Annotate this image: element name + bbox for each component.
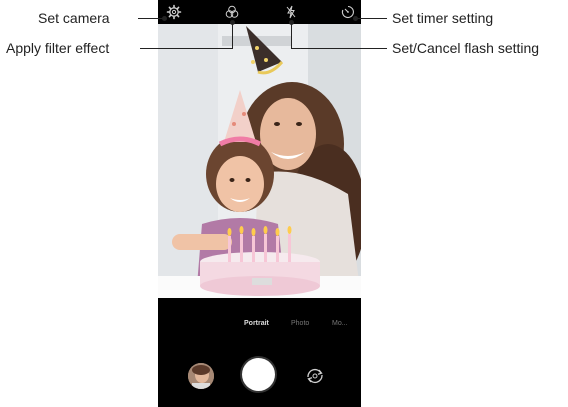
callout-set-camera: Set camera xyxy=(38,10,110,26)
mode-more[interactable]: Mo... xyxy=(332,320,348,327)
callout-dot-set-flash xyxy=(289,20,294,25)
callout-line-apply-filter-v xyxy=(232,22,233,49)
callout-dot-set-timer xyxy=(353,16,358,21)
callout-line-set-camera xyxy=(138,18,164,19)
callout-line-apply-filter-h xyxy=(140,48,232,49)
camera-viewfinder[interactable] xyxy=(158,24,361,298)
callout-line-set-flash-h xyxy=(291,48,387,49)
camera-screen: Portrait Photo Mo... xyxy=(158,0,361,407)
switch-camera-icon[interactable] xyxy=(304,365,326,387)
callout-dot-apply-filter xyxy=(230,20,235,25)
callout-line-set-flash-v xyxy=(291,22,292,49)
mode-photo[interactable]: Photo xyxy=(291,320,309,327)
callout-apply-filter: Apply filter effect xyxy=(6,40,110,56)
gallery-thumbnail[interactable] xyxy=(188,363,214,389)
filter-icon[interactable] xyxy=(224,4,240,20)
gear-icon[interactable] xyxy=(166,4,182,20)
callout-line-set-timer xyxy=(355,18,387,19)
shutter-button[interactable] xyxy=(242,358,275,391)
birthday-photo xyxy=(158,24,361,298)
camera-top-bar xyxy=(158,0,361,24)
flash-off-icon[interactable] xyxy=(283,4,299,20)
camera-mode-selector: Portrait Photo Mo... xyxy=(158,316,361,336)
callout-set-flash: Set/Cancel flash setting xyxy=(392,40,540,56)
callout-dot-set-camera xyxy=(162,16,167,21)
camera-bottom-bar: Portrait Photo Mo... xyxy=(158,298,361,407)
mode-portrait[interactable]: Portrait xyxy=(244,320,269,327)
callout-set-timer: Set timer setting xyxy=(392,10,494,26)
